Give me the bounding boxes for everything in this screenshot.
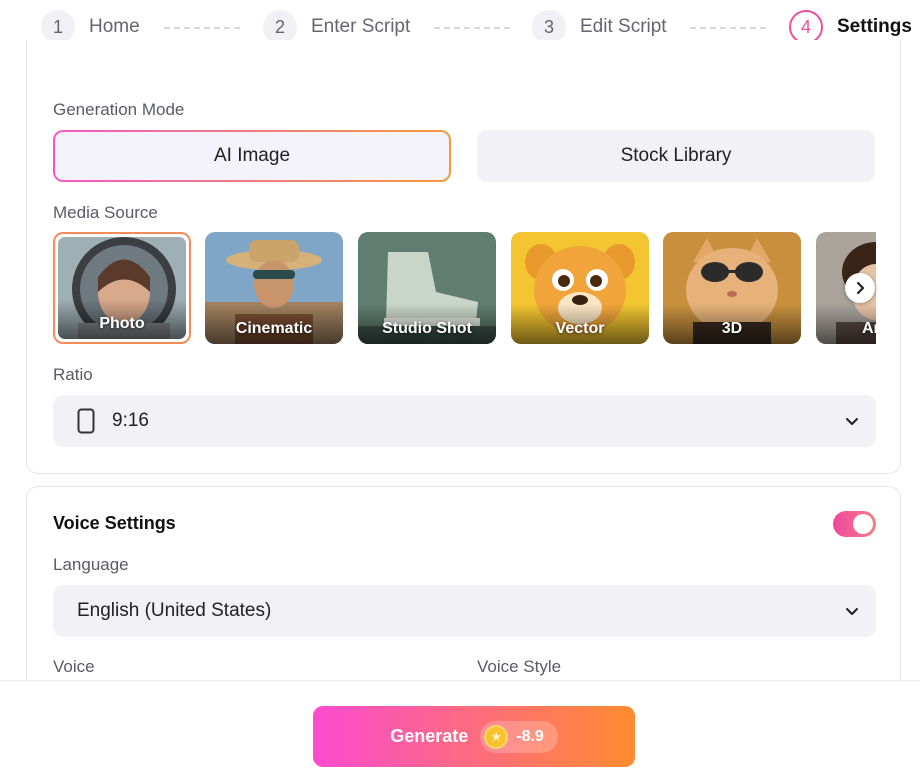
voice-settings-card: Voice Settings Language English (United …	[26, 486, 901, 706]
ratio-label: Ratio	[53, 365, 93, 384]
studio-shot-thumbnail: Studio Shot	[358, 232, 496, 344]
language-select[interactable]: English (United States)	[53, 585, 876, 637]
cost-value: -8.9	[516, 727, 544, 745]
media-tile-vector[interactable]: Vector	[511, 232, 649, 344]
voice-settings-title: Voice Settings	[53, 513, 176, 533]
media-tile-studio-shot[interactable]: Studio Shot	[358, 232, 496, 344]
generation-settings-card: Generation Mode AI Image Stock Library M…	[26, 40, 901, 474]
media-source-carousel: Photo Cinematic Studio Shot Vector 3D A	[53, 232, 876, 345]
step-number: 3	[532, 10, 566, 44]
step-divider	[164, 27, 240, 29]
voice-style-label: Voice Style	[477, 657, 562, 676]
voice-settings-toggle[interactable]	[833, 511, 876, 537]
generation-mode-label: Generation Mode	[53, 100, 185, 119]
tile-label: Photo	[99, 315, 145, 332]
vector-thumbnail: Vector	[511, 232, 649, 344]
step-divider	[434, 27, 510, 29]
portrait-ratio-icon	[77, 408, 95, 434]
footer-bar: Generate ★ -8.9	[0, 680, 920, 782]
tile-label: Studio Shot	[382, 320, 472, 337]
tile-label: Cinematic	[235, 320, 313, 337]
cost-badge: ★ -8.9	[480, 720, 558, 753]
photo-thumbnail: Photo	[58, 237, 186, 339]
step-label: Enter Script	[311, 16, 411, 37]
step-number: 2	[263, 10, 297, 44]
chevron-right-icon	[856, 281, 865, 295]
tile-label: 3D	[721, 320, 743, 337]
stock-library-button[interactable]: Stock Library	[477, 130, 875, 182]
coin-icon: ★	[484, 724, 509, 749]
step-divider	[690, 27, 766, 29]
media-tile-photo[interactable]: Photo	[53, 232, 191, 344]
cinematic-thumbnail: Cinematic	[205, 232, 343, 344]
media-source-label: Media Source	[53, 203, 158, 222]
step-label: Edit Script	[580, 16, 667, 37]
ai-image-button[interactable]: AI Image	[53, 130, 451, 182]
step-number: 4	[789, 10, 823, 44]
step-label: Home	[89, 16, 140, 37]
language-value: English (United States)	[77, 600, 272, 621]
step-label: Settings	[837, 16, 912, 37]
tile-label: An	[862, 320, 876, 337]
ratio-value: 9:16	[112, 410, 149, 431]
chevron-down-icon	[846, 418, 858, 425]
ratio-select[interactable]: 9:16	[53, 395, 876, 447]
media-tile-cinematic[interactable]: Cinematic	[205, 232, 343, 344]
chevron-down-icon	[846, 608, 858, 615]
language-label: Language	[53, 555, 129, 574]
3d-thumbnail: 3D	[663, 232, 801, 344]
step-number: 1	[41, 10, 75, 44]
generate-button[interactable]: Generate ★ -8.9	[313, 706, 635, 767]
carousel-next-button[interactable]	[845, 273, 875, 303]
generate-label: Generate	[390, 726, 469, 746]
tile-label: Vector	[555, 320, 605, 337]
media-tile-3d[interactable]: 3D	[663, 232, 801, 344]
toggle-knob	[853, 514, 873, 534]
voice-label: Voice	[53, 657, 95, 676]
